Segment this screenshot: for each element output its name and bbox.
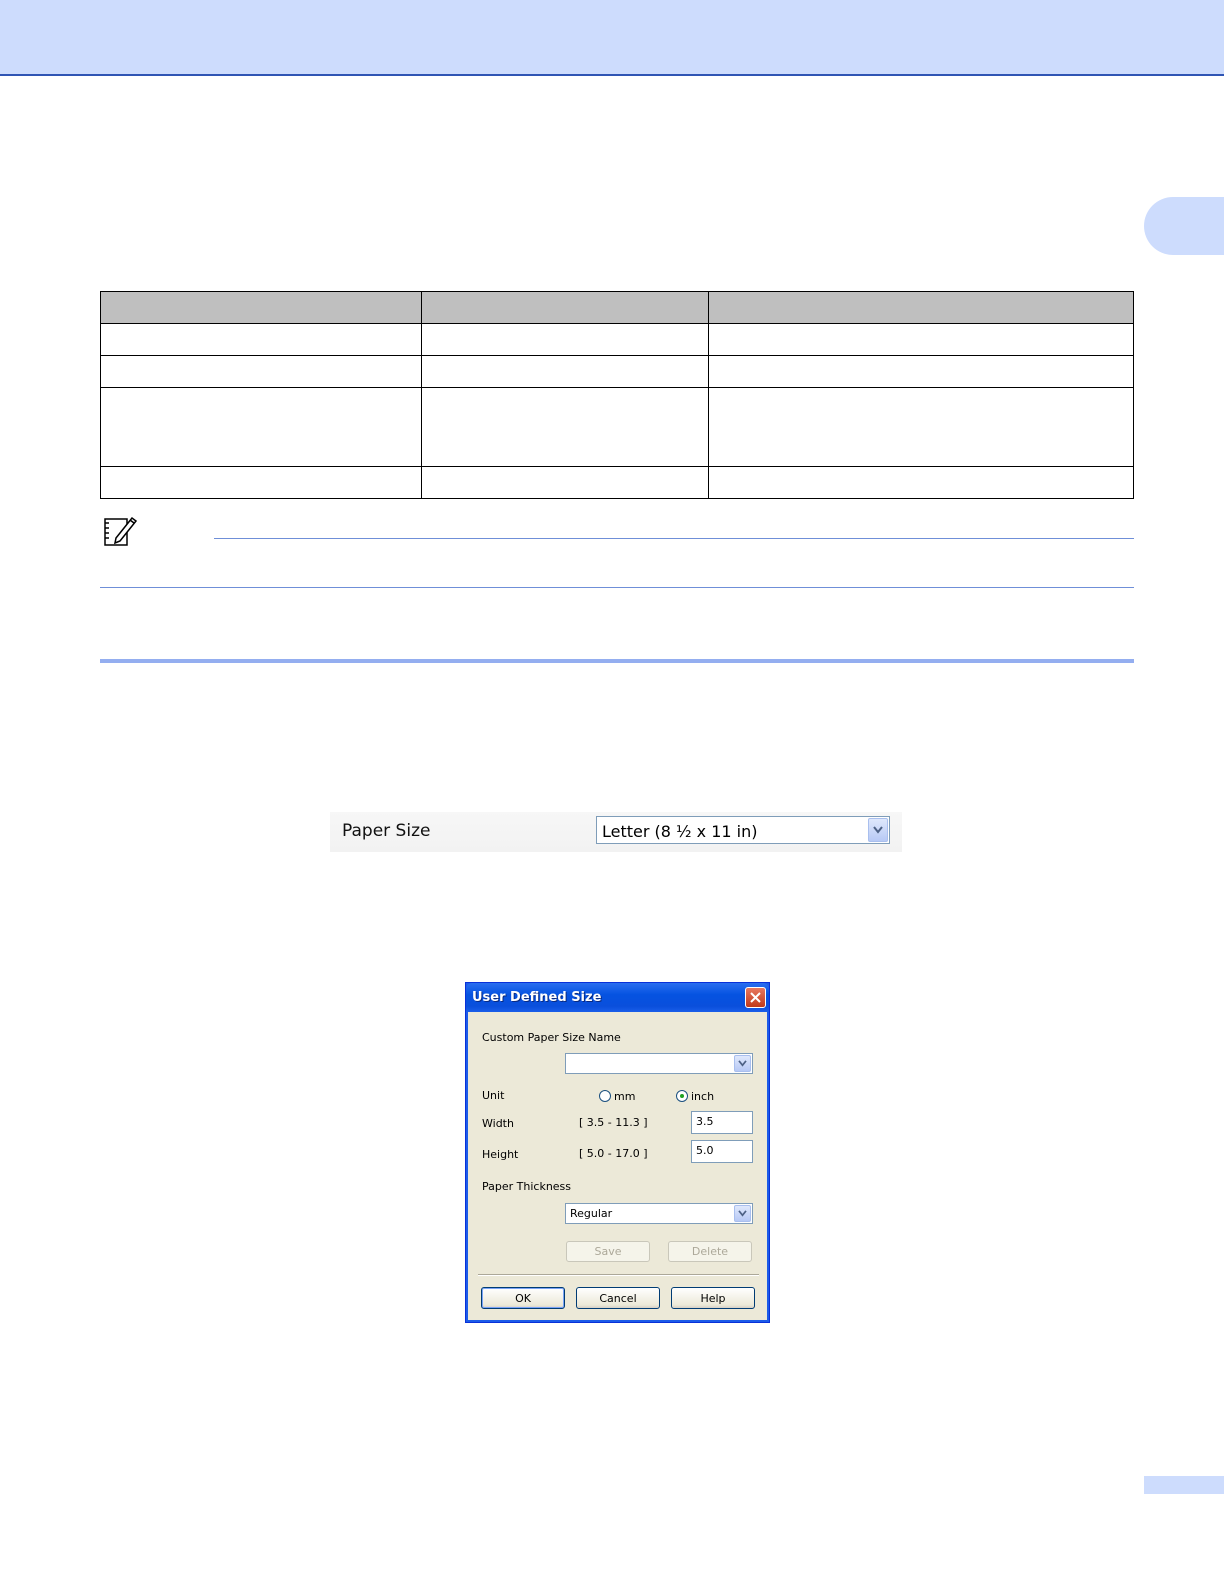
table-header-cell	[421, 291, 709, 324]
dialog-separator	[478, 1274, 759, 1276]
chevron-down-icon[interactable]	[734, 1055, 751, 1072]
table-header-cell	[100, 291, 422, 324]
unit-inch-label[interactable]: inch	[691, 1090, 714, 1103]
height-label: Height	[482, 1148, 519, 1161]
custom-name-select[interactable]	[565, 1053, 753, 1074]
dialog-title: User Defined Size	[472, 990, 602, 1005]
width-value: 3.5	[696, 1115, 714, 1128]
help-button[interactable]: Help	[671, 1287, 755, 1309]
chevron-down-icon[interactable]	[734, 1205, 751, 1222]
width-label: Width	[482, 1117, 514, 1130]
table-cell	[708, 355, 1134, 388]
chevron-down-icon[interactable]	[868, 818, 888, 842]
table-cell	[421, 466, 709, 499]
table-cell	[421, 387, 709, 467]
table-cell	[421, 323, 709, 356]
delete-button[interactable]: Delete	[668, 1241, 752, 1262]
width-range: [ 3.5 - 11.3 ]	[579, 1116, 648, 1129]
height-input[interactable]: 5.0	[691, 1140, 753, 1163]
note-divider	[100, 587, 1134, 588]
paper-size-value: Letter (8 ½ x 11 in)	[602, 822, 758, 841]
height-value: 5.0	[696, 1144, 714, 1157]
page-header-band	[0, 0, 1224, 76]
table-row	[100, 355, 1134, 388]
table-cell	[421, 355, 709, 388]
unit-mm-radio[interactable]	[599, 1090, 611, 1102]
unit-mm-label[interactable]: mm	[614, 1090, 635, 1103]
table-cell	[100, 323, 422, 356]
table-header-cell	[708, 291, 1134, 324]
table-header-row	[100, 291, 1134, 324]
page-number-tab	[1144, 1476, 1224, 1494]
height-range: [ 5.0 - 17.0 ]	[579, 1147, 648, 1160]
table-cell	[708, 466, 1134, 499]
close-icon[interactable]	[745, 987, 766, 1008]
paper-size-select[interactable]: Letter (8 ½ x 11 in)	[596, 816, 890, 844]
table-row	[100, 323, 1134, 356]
paper-thickness-label: Paper Thickness	[482, 1180, 572, 1193]
user-defined-size-dialog: User Defined Size Custom Paper Size Name…	[465, 982, 770, 1323]
spec-table	[100, 291, 1134, 499]
table-cell	[708, 323, 1134, 356]
dialog-titlebar[interactable]: User Defined Size	[466, 983, 769, 1012]
width-input[interactable]: 3.5	[691, 1111, 753, 1134]
table-cell	[100, 466, 422, 499]
note-pencil-icon	[102, 514, 138, 548]
unit-inch-radio[interactable]	[676, 1090, 688, 1102]
table-row	[100, 466, 1134, 499]
table-cell	[100, 355, 422, 388]
unit-label: Unit	[482, 1089, 505, 1102]
table-row	[100, 387, 1134, 467]
table-cell	[100, 387, 422, 467]
paper-size-label: Paper Size	[342, 821, 431, 841]
chapter-tab	[1144, 197, 1224, 255]
note-divider	[214, 538, 1134, 539]
cancel-button[interactable]: Cancel	[576, 1287, 660, 1309]
custom-name-label: Custom Paper Size Name	[482, 1031, 621, 1044]
save-button[interactable]: Save	[566, 1241, 650, 1262]
paper-thickness-value: Regular	[570, 1207, 613, 1220]
paper-thickness-select[interactable]: Regular	[565, 1203, 753, 1224]
paper-size-panel: Paper Size Letter (8 ½ x 11 in)	[330, 812, 902, 852]
table-cell	[708, 387, 1134, 467]
section-rule	[100, 659, 1134, 663]
ok-button[interactable]: OK	[481, 1287, 565, 1309]
